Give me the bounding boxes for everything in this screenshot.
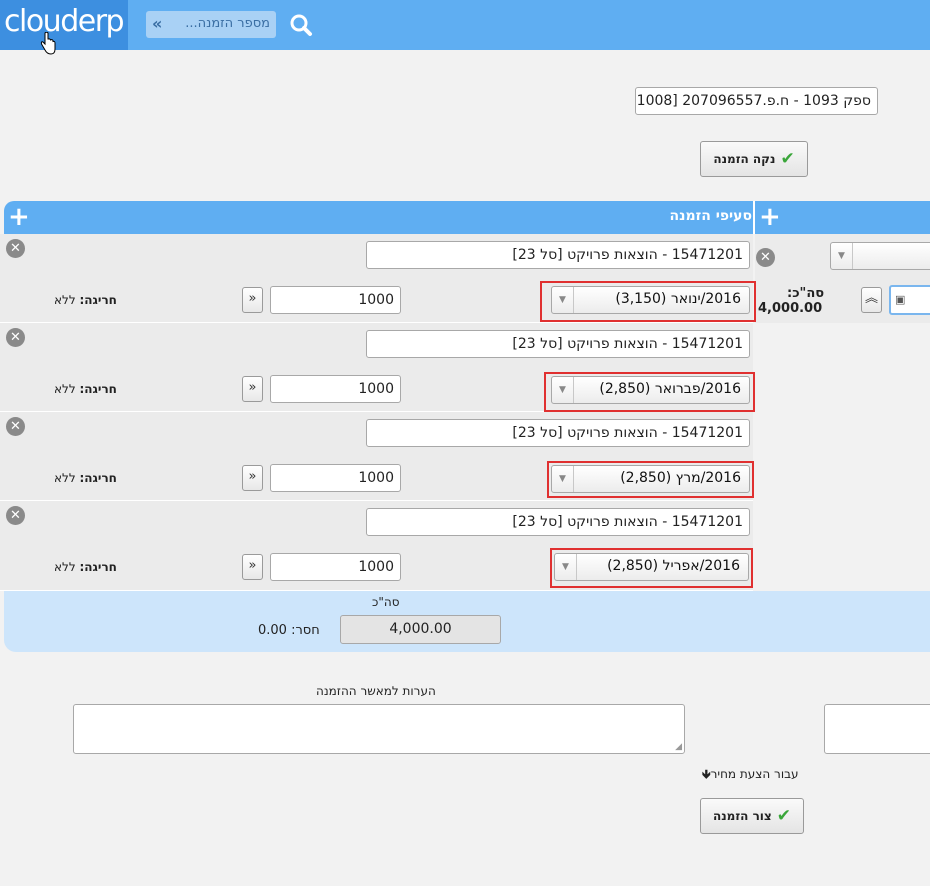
deviation-label: חריגה: bbox=[79, 293, 117, 307]
order-line: ✕ 15471201 - הוצאות פרויקט [סל 23] חריגה… bbox=[0, 501, 753, 591]
collapse-icon[interactable]: ︽ bbox=[861, 287, 882, 313]
order-search-placeholder: מספר הזמנה... bbox=[185, 16, 270, 31]
missing-amount: חסר: 0.00 bbox=[258, 623, 320, 638]
chevron-down-icon: ▼ bbox=[552, 377, 574, 403]
budget-month-select[interactable]: ▼ 2016/ינואר (3,150) bbox=[551, 286, 750, 314]
deviation-value: ללא bbox=[54, 560, 76, 574]
create-order-label: צור הזמנה bbox=[712, 809, 772, 823]
order-line: ✕ 15471201 - הוצאות פרויקט [סל 23] חריגה… bbox=[0, 412, 754, 501]
deviation-label: חריגה: bbox=[79, 382, 117, 396]
chevron-down-icon: ▼ bbox=[831, 243, 853, 269]
hand-cursor-icon bbox=[40, 32, 56, 55]
item-panel: ✕ ▼ סה"כ: 4,000.00 ︽ ▣ bbox=[755, 234, 930, 323]
quantity-field[interactable]: 1000 bbox=[270, 553, 401, 581]
price-offer-label: עבור הצעת מחיר bbox=[710, 767, 799, 781]
deviation-label: חריגה: bbox=[79, 560, 117, 574]
clean-order-button[interactable]: ✔ נקה הזמנה bbox=[700, 141, 808, 177]
price-offer-link[interactable]: עבור הצעת מחיר🡻 bbox=[702, 765, 799, 786]
account-field[interactable]: 15471201 - הוצאות פרויקט [סל 23] bbox=[366, 419, 750, 447]
total-label: סה"כ bbox=[372, 595, 400, 609]
approver-notes-textarea[interactable]: ◢ bbox=[73, 704, 685, 754]
chevron-down-icon: ▼ bbox=[555, 554, 577, 580]
resize-handle-icon[interactable]: ◢ bbox=[675, 742, 682, 752]
fast-forward-button[interactable]: » bbox=[242, 554, 263, 580]
fast-forward-button[interactable]: » bbox=[242, 376, 263, 402]
deviation-status: חריגה: ללא bbox=[54, 382, 117, 396]
deviation-status: חריגה: ללא bbox=[54, 471, 117, 485]
total-value: 4,000.00 bbox=[340, 615, 501, 644]
create-order-button[interactable]: ✔ צור הזמנה bbox=[700, 798, 804, 834]
deviation-value: ללא bbox=[54, 293, 76, 307]
budget-month-value: 2016/פברואר (2,850) bbox=[599, 381, 741, 397]
remove-line-icon[interactable]: ✕ bbox=[6, 328, 25, 347]
notes-textarea-secondary[interactable] bbox=[824, 704, 930, 754]
remove-line-icon[interactable]: ✕ bbox=[6, 417, 25, 436]
remove-item-icon[interactable]: ✕ bbox=[756, 248, 775, 267]
account-field[interactable]: 15471201 - הוצאות פרויקט [סל 23] bbox=[366, 330, 750, 358]
quantity-field[interactable]: 1000 bbox=[270, 375, 401, 403]
add-item-icon[interactable]: + bbox=[759, 204, 781, 230]
supplier-field[interactable]: ספק 1093 - ח.פ.207096557 [1008 bbox=[635, 87, 878, 115]
add-line-icon[interactable]: + bbox=[8, 204, 30, 230]
header-divider bbox=[753, 201, 755, 234]
budget-month-value: 2016/אפריל (2,850) bbox=[607, 558, 740, 574]
clean-order-label: נקה הזמנה bbox=[713, 152, 776, 166]
deviation-status: חריגה: ללא bbox=[54, 560, 117, 574]
logo[interactable]: clouderp bbox=[0, 0, 128, 55]
missing-label: חסר: bbox=[291, 623, 320, 638]
account-field[interactable]: 15471201 - הוצאות פרויקט [סל 23] bbox=[366, 241, 750, 269]
item-select[interactable]: ▼ bbox=[830, 242, 930, 270]
order-number-search[interactable]: « מספר הזמנה... bbox=[146, 11, 276, 38]
budget-month-select[interactable]: ▼ 2016/פברואר (2,850) bbox=[551, 376, 750, 404]
order-line: ✕ 15471201 - הוצאות פרויקט [סל 23] חריגה… bbox=[0, 234, 756, 323]
checkmark-icon: ✔ bbox=[776, 806, 792, 826]
budget-month-select[interactable]: ▼ 2016/מרץ (2,850) bbox=[551, 465, 750, 493]
item-total-label: סה"כ: bbox=[787, 286, 825, 301]
account-field[interactable]: 15471201 - הוצאות פרויקט [סל 23] bbox=[366, 508, 750, 536]
remove-line-icon[interactable]: ✕ bbox=[6, 239, 25, 258]
budget-month-select[interactable]: ▼ 2016/אפריל (2,850) bbox=[554, 553, 749, 581]
quantity-field[interactable]: 1000 bbox=[270, 464, 401, 492]
budget-month-value: 2016/ינואר (3,150) bbox=[615, 291, 741, 307]
calculator-icon: ▣ bbox=[895, 293, 906, 306]
checkmark-icon: ✔ bbox=[780, 149, 795, 169]
arrow-down-icon: 🡻 bbox=[702, 767, 711, 781]
chevron-down-icon: ▼ bbox=[552, 287, 574, 313]
order-lines-header: + סעיפי הזמנה + bbox=[4, 201, 930, 234]
item-quantity-field[interactable]: ▣ bbox=[889, 285, 930, 315]
top-bar bbox=[0, 0, 930, 50]
deviation-value: ללא bbox=[54, 471, 76, 485]
budget-month-value: 2016/מרץ (2,850) bbox=[620, 470, 741, 486]
approver-notes-label: הערות למאשר ההזמנה bbox=[316, 684, 436, 698]
item-total-value: 4,000.00 bbox=[758, 301, 823, 316]
remove-line-icon[interactable]: ✕ bbox=[6, 506, 25, 525]
order-lines-title: סעיפי הזמנה bbox=[669, 208, 752, 224]
deviation-value: ללא bbox=[54, 382, 76, 396]
quantity-field[interactable]: 1000 bbox=[270, 286, 401, 314]
fast-forward-button[interactable]: » bbox=[242, 465, 263, 491]
missing-value: 0.00 bbox=[258, 623, 287, 638]
deviation-label: חריגה: bbox=[79, 471, 117, 485]
double-chevron-left-icon[interactable]: « bbox=[152, 14, 162, 33]
order-line: ✕ 15471201 - הוצאות פרויקט [סל 23] חריגה… bbox=[0, 323, 755, 412]
fast-forward-button[interactable]: » bbox=[242, 287, 263, 313]
deviation-status: חריגה: ללא bbox=[54, 293, 117, 307]
chevron-down-icon: ▼ bbox=[552, 466, 574, 492]
search-icon[interactable] bbox=[289, 13, 313, 37]
logo-text: clouderp bbox=[4, 4, 125, 39]
totals-bar: סה"כ 4,000.00 חסר: 0.00 bbox=[4, 591, 930, 652]
